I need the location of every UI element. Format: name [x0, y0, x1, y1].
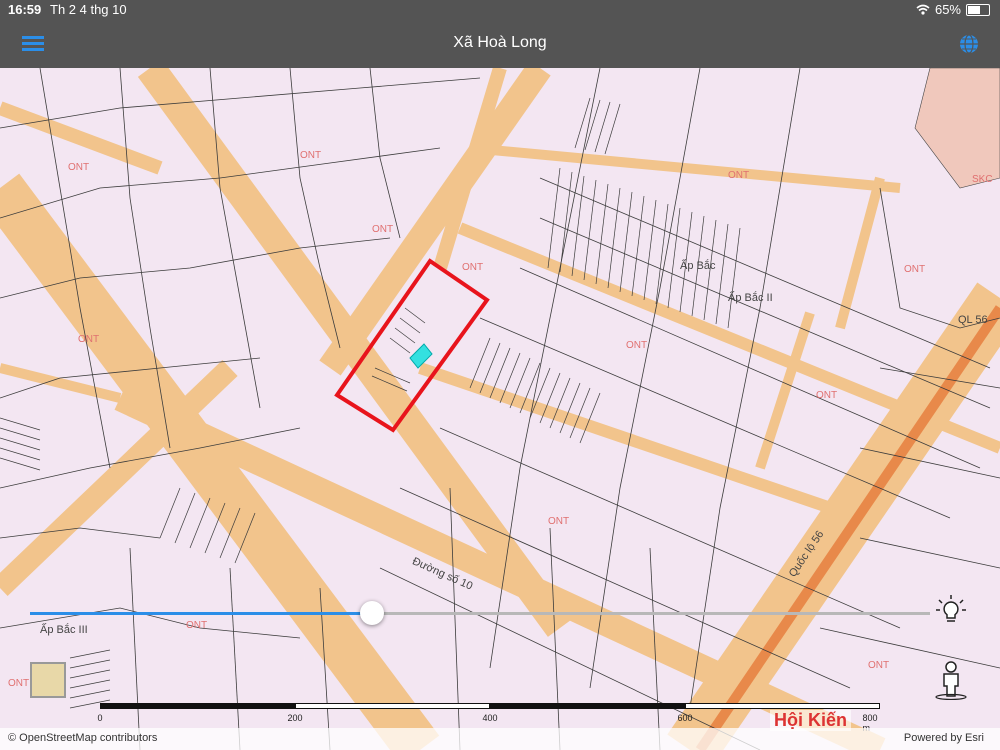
battery-percent: 65% — [934, 2, 961, 17]
battery-icon — [966, 3, 990, 16]
map-canvas[interactable] — [0, 68, 1000, 750]
lightbulb-icon[interactable] — [934, 594, 968, 628]
scale-tick: 200 — [287, 713, 303, 723]
battery-level-fill — [968, 5, 980, 14]
globe-icon[interactable] — [958, 33, 980, 55]
wifi-icon — [916, 4, 930, 15]
slider-thumb[interactable] — [360, 601, 384, 625]
place-label: Ấp Bắc — [680, 260, 716, 272]
zone-label: ONT — [372, 224, 394, 235]
zone-label: ONT — [868, 660, 890, 671]
zone-label: ONT — [816, 390, 838, 401]
scale-bar: 0 200 400 600 800 m — [97, 703, 880, 733]
attribution-left[interactable]: © OpenStreetMap contributors — [8, 732, 157, 744]
status-time: 16:59 — [8, 2, 42, 17]
zone-label: SKC — [972, 174, 993, 185]
zone-label: ONT — [548, 516, 570, 527]
slider-fill — [30, 612, 372, 615]
zone-label: ONT — [68, 162, 90, 173]
scale-tick: 400 — [482, 713, 498, 723]
zone-label: ONT — [300, 150, 322, 161]
scale-tick: 600 — [677, 713, 693, 723]
person-location-icon[interactable] — [934, 660, 968, 701]
zone-label: ONT — [626, 340, 648, 351]
map-attribution: © OpenStreetMap contributors Powered by … — [0, 728, 1000, 750]
zone-label: ONT — [78, 334, 100, 345]
attribution-right[interactable]: Powered by Esri — [904, 732, 984, 744]
zone-label: ONT — [728, 170, 750, 181]
page-title: Xã Hoà Long — [453, 34, 547, 51]
place-label: Ấp Bắc II — [728, 292, 773, 304]
status-bar: 16:59 Th 2 4 thg 10 65% — [0, 0, 1000, 20]
watermark: Hội Kiến — [770, 710, 852, 731]
road-label: QL 56 — [958, 314, 988, 326]
status-right: 65% — [916, 2, 990, 17]
nav-bar: Xã Hoà Long — [0, 20, 1000, 68]
status-date: Th 2 4 thg 10 — [50, 2, 127, 17]
zone-label: ONT — [904, 264, 926, 275]
scale-tick: 0 — [97, 713, 103, 723]
zone-label: ONT — [8, 678, 30, 689]
zone-label: ONT — [462, 262, 484, 273]
opacity-slider[interactable] — [30, 600, 930, 628]
basemap-thumbnail-button[interactable] — [30, 662, 66, 698]
map-view[interactable]: ONT ONT ONT ONT ONT ONT ONT ONT ONT ONT … — [0, 68, 1000, 750]
